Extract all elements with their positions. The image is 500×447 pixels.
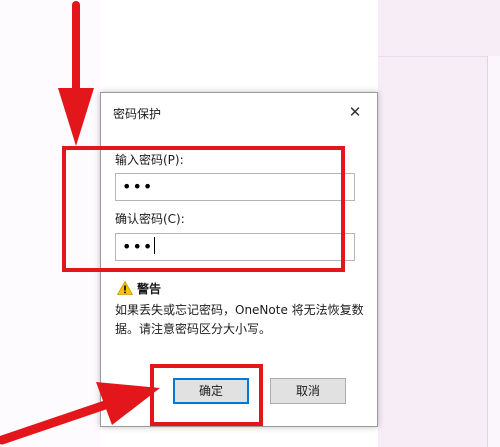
arrow-icon [0, 382, 160, 445]
annotation-arrows [0, 1, 160, 445]
arrow-icon [58, 1, 94, 146]
